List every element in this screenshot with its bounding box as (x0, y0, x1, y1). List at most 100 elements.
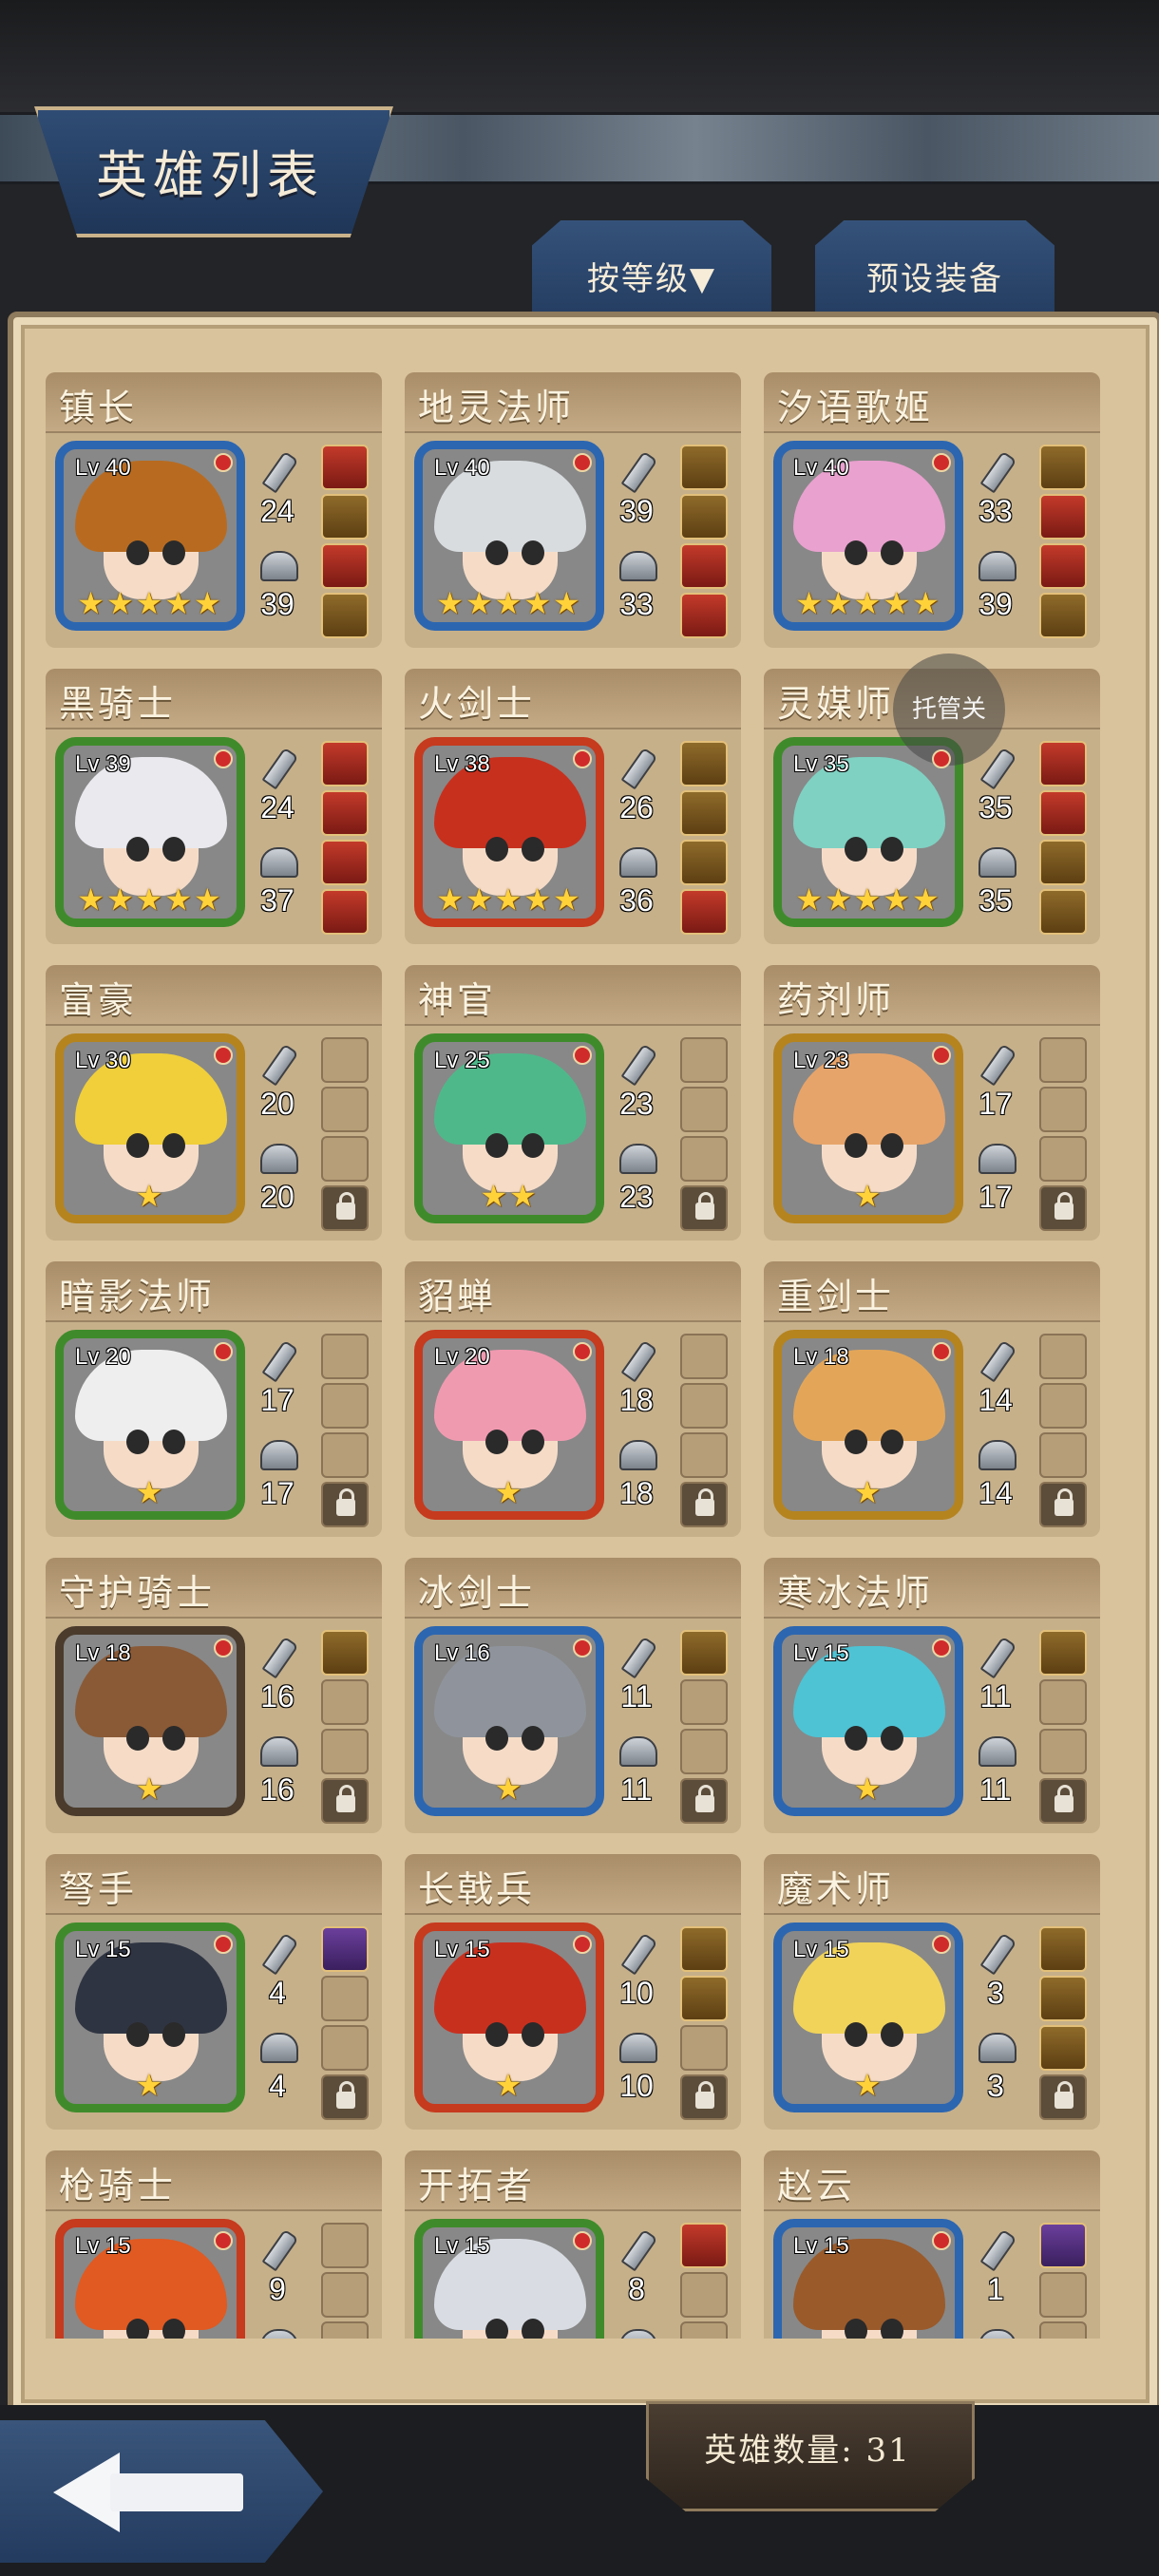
equipment-slot[interactable] (321, 1729, 369, 1774)
hero-card[interactable]: 守护骑士 Lv 18 ★ 16 16 (46, 1558, 382, 1833)
hero-card[interactable]: 貂蝉 Lv 20 ★ 18 18 (405, 1261, 741, 1537)
equipment-slot[interactable] (680, 2272, 728, 2318)
equipment-slot[interactable] (1039, 1383, 1087, 1429)
equipment-slot[interactable] (680, 1334, 728, 1379)
hero-portrait[interactable]: Lv 39 ★★★★★ (55, 737, 245, 927)
equipment-slot[interactable] (321, 1679, 369, 1725)
equipment-slot[interactable] (1039, 1334, 1087, 1379)
equipment-slot[interactable] (680, 1037, 728, 1083)
equipment-slot[interactable] (321, 2272, 369, 2318)
hero-portrait[interactable]: Lv 15★ (55, 1923, 245, 2112)
equipment-slot[interactable] (321, 2223, 369, 2268)
equipment-slot[interactable] (1039, 1976, 1087, 2021)
hero-portrait[interactable]: Lv 30 ★ (55, 1033, 245, 1223)
equipment-slot[interactable] (1039, 1087, 1087, 1132)
equipment-slot[interactable] (680, 1087, 728, 1132)
equipment-slot[interactable] (1039, 790, 1087, 836)
equipment-slot[interactable] (1039, 1482, 1087, 1527)
equipment-slot[interactable] (321, 593, 369, 638)
equipment-slot[interactable] (1039, 2074, 1087, 2120)
hero-card[interactable]: 寒冰法师 Lv 15 ★ 11 11 (764, 1558, 1100, 1833)
hero-portrait[interactable]: Lv 20 ★ (414, 1330, 604, 1520)
equipment-slot[interactable] (321, 1383, 369, 1429)
equipment-slot[interactable] (321, 1926, 369, 1972)
equipment-slot[interactable] (321, 741, 369, 786)
hero-portrait[interactable]: Lv 23 ★ (773, 1033, 963, 1223)
equipment-slot[interactable] (1039, 1778, 1087, 1824)
equipment-slot[interactable] (680, 494, 728, 540)
equipment-slot[interactable] (1039, 445, 1087, 490)
hero-portrait[interactable]: Lv 18 ★ (773, 1330, 963, 1520)
equipment-slot[interactable] (321, 1087, 369, 1132)
hero-card[interactable]: 神官 Lv 25 ★★ 23 23 (405, 965, 741, 1241)
hero-portrait[interactable]: Lv 15★ (773, 2219, 963, 2339)
hero-card[interactable]: 汐语歌姬 Lv 40 ★★★★★ 33 39 (764, 372, 1100, 648)
equipment-slot[interactable] (321, 790, 369, 836)
hero-portrait[interactable]: Lv 16 ★ (414, 1626, 604, 1816)
hero-card[interactable]: 富豪 Lv 30 ★ 20 20 (46, 965, 382, 1241)
equipment-slot[interactable] (680, 2321, 728, 2339)
equipment-slot[interactable] (321, 1334, 369, 1379)
equipment-slot[interactable] (1039, 1432, 1087, 1478)
equipment-slot[interactable] (680, 741, 728, 786)
equipment-slot[interactable] (680, 1679, 728, 1725)
equipment-slot[interactable] (680, 1432, 728, 1478)
equipment-slot[interactable] (1039, 494, 1087, 540)
equipment-slot[interactable] (321, 2074, 369, 2120)
equipment-slot[interactable] (680, 1976, 728, 2021)
equipment-slot[interactable] (321, 1482, 369, 1527)
equipment-slot[interactable] (680, 889, 728, 935)
equipment-slot[interactable] (680, 1482, 728, 1527)
equipment-slot[interactable] (680, 790, 728, 836)
equipment-slot[interactable] (1039, 1630, 1087, 1676)
equipment-slot[interactable] (680, 1136, 728, 1182)
equipment-slot[interactable] (321, 1778, 369, 1824)
hero-card[interactable]: 暗影法师 Lv 20 ★ 17 17 (46, 1261, 382, 1537)
equipment-slot[interactable] (1039, 2321, 1087, 2339)
hero-portrait[interactable]: Lv 15★ (773, 1923, 963, 2112)
hero-portrait[interactable]: Lv 15★ (414, 2219, 604, 2339)
equipment-slot[interactable] (680, 1926, 728, 1972)
auto-manage-float-button[interactable]: 托管关 (893, 653, 1005, 766)
equipment-slot[interactable] (321, 889, 369, 935)
hero-card[interactable]: 火剑士 Lv 38 ★★★★★ 26 36 (405, 669, 741, 944)
hero-portrait[interactable]: Lv 20 ★ (55, 1330, 245, 1520)
hero-portrait[interactable]: Lv 40 ★★★★★ (773, 441, 963, 631)
equipment-slot[interactable] (1039, 1926, 1087, 1972)
equipment-slot[interactable] (321, 1976, 369, 2021)
equipment-slot[interactable] (680, 840, 728, 885)
equipment-slot[interactable] (321, 2321, 369, 2339)
hero-portrait[interactable]: Lv 40 ★★★★★ (414, 441, 604, 631)
equipment-slot[interactable] (680, 1185, 728, 1231)
hero-portrait[interactable]: Lv 18 ★ (55, 1626, 245, 1816)
equipment-slot[interactable] (1039, 1729, 1087, 1774)
equipment-slot[interactable] (1039, 543, 1087, 589)
hero-card[interactable]: 冰剑士 Lv 16 ★ 11 11 (405, 1558, 741, 1833)
hero-card[interactable]: 重剑士 Lv 18 ★ 14 14 (764, 1261, 1100, 1537)
hero-portrait[interactable]: Lv 25 ★★ (414, 1033, 604, 1223)
equipment-slot[interactable] (321, 1037, 369, 1083)
equipment-slot[interactable] (321, 840, 369, 885)
hero-portrait[interactable]: Lv 38 ★★★★★ (414, 737, 604, 927)
equipment-slot[interactable] (680, 1729, 728, 1774)
equipment-slot[interactable] (1039, 1136, 1087, 1182)
equipment-slot[interactable] (680, 2223, 728, 2268)
equipment-slot[interactable] (1039, 1679, 1087, 1725)
hero-card[interactable]: 开拓者 Lv 15★ 8 (405, 2150, 741, 2339)
equipment-slot[interactable] (1039, 2272, 1087, 2318)
equipment-slot[interactable] (1039, 2223, 1087, 2268)
equipment-slot[interactable] (680, 593, 728, 638)
hero-card[interactable]: 黑骑士 Lv 39 ★★★★★ 24 37 (46, 669, 382, 944)
hero-card[interactable]: 地灵法师 Lv 40 ★★★★★ 39 33 (405, 372, 741, 648)
equipment-slot[interactable] (680, 2074, 728, 2120)
equipment-slot[interactable] (1039, 2025, 1087, 2071)
equipment-slot[interactable] (321, 1185, 369, 1231)
equipment-slot[interactable] (1039, 1037, 1087, 1083)
hero-portrait[interactable]: Lv 35 ★★★★★ (773, 737, 963, 927)
equipment-slot[interactable] (680, 543, 728, 589)
equipment-slot[interactable] (321, 494, 369, 540)
equipment-slot[interactable] (321, 543, 369, 589)
equipment-slot[interactable] (680, 1630, 728, 1676)
hero-card[interactable]: 镇长 Lv 40 ★★★★★ 24 39 (46, 372, 382, 648)
equipment-slot[interactable] (321, 2025, 369, 2071)
